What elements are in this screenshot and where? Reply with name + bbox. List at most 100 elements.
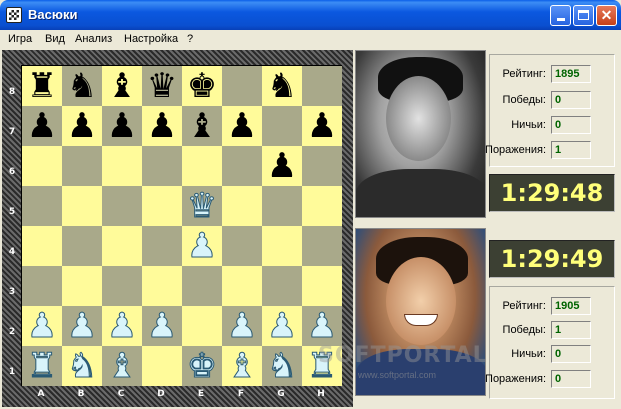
- square-g8[interactable]: ♞: [262, 66, 302, 106]
- square-c7[interactable]: ♟: [102, 106, 142, 146]
- menu-game[interactable]: Игра: [8, 33, 32, 45]
- menu-analysis[interactable]: Анализ: [75, 33, 112, 45]
- white-rook-icon[interactable]: ♜: [26, 346, 58, 387]
- black-pawn-icon[interactable]: ♟: [267, 146, 297, 186]
- white-pawn-icon[interactable]: ♟: [106, 306, 138, 347]
- white-knight-icon[interactable]: ♞: [266, 346, 298, 387]
- black-queen-icon[interactable]: ♛: [147, 66, 177, 106]
- white-pawn-icon[interactable]: ♟: [186, 226, 218, 267]
- square-d4[interactable]: [142, 226, 182, 266]
- square-a3[interactable]: [22, 266, 62, 306]
- square-a4[interactable]: [22, 226, 62, 266]
- white-queen-icon[interactable]: ♛: [186, 186, 218, 227]
- square-g2[interactable]: ♟: [262, 306, 302, 347]
- square-c6[interactable]: [102, 146, 142, 186]
- square-d7[interactable]: ♟: [142, 106, 182, 146]
- white-bishop-icon[interactable]: ♝: [226, 346, 258, 387]
- black-pawn-icon[interactable]: ♟: [27, 106, 57, 146]
- black-bishop-icon[interactable]: ♝: [107, 66, 137, 106]
- square-c5[interactable]: [102, 186, 142, 226]
- square-f5[interactable]: [222, 186, 262, 226]
- square-f6[interactable]: [222, 146, 262, 186]
- square-g6[interactable]: ♟: [262, 146, 302, 186]
- square-f4[interactable]: [222, 226, 262, 266]
- square-b4[interactable]: [62, 226, 102, 266]
- square-a6[interactable]: [22, 146, 62, 186]
- close-button[interactable]: ✕: [596, 5, 617, 26]
- black-pawn-icon[interactable]: ♟: [227, 106, 257, 146]
- square-f1[interactable]: ♝: [222, 346, 262, 387]
- square-a1[interactable]: ♜: [22, 346, 62, 387]
- square-e2[interactable]: [182, 306, 222, 346]
- square-h6[interactable]: [302, 146, 342, 186]
- square-h7[interactable]: ♟: [302, 106, 342, 146]
- square-b5[interactable]: [62, 186, 102, 226]
- white-bishop-icon[interactable]: ♝: [106, 346, 138, 387]
- square-g7[interactable]: [262, 106, 302, 146]
- square-b3[interactable]: [62, 266, 102, 306]
- square-c8[interactable]: ♝: [102, 66, 142, 106]
- square-h2[interactable]: ♟: [302, 306, 342, 347]
- square-a5[interactable]: [22, 186, 62, 226]
- square-c4[interactable]: [102, 226, 142, 266]
- square-h4[interactable]: [302, 226, 342, 266]
- square-b7[interactable]: ♟: [62, 106, 102, 146]
- square-f3[interactable]: [222, 266, 262, 306]
- square-e8[interactable]: ♚: [182, 66, 222, 106]
- square-e6[interactable]: [182, 146, 222, 186]
- white-king-icon[interactable]: ♚: [186, 346, 218, 387]
- black-king-icon[interactable]: ♚: [187, 66, 217, 106]
- white-pawn-icon[interactable]: ♟: [306, 306, 338, 347]
- square-g5[interactable]: [262, 186, 302, 226]
- square-f7[interactable]: ♟: [222, 106, 262, 146]
- black-pawn-icon[interactable]: ♟: [67, 106, 97, 146]
- square-d5[interactable]: [142, 186, 182, 226]
- square-c1[interactable]: ♝: [102, 346, 142, 387]
- square-a2[interactable]: ♟: [22, 306, 62, 347]
- square-h8[interactable]: [302, 66, 342, 106]
- square-d6[interactable]: [142, 146, 182, 186]
- square-h5[interactable]: [302, 186, 342, 226]
- menu-settings[interactable]: Настройка: [124, 33, 178, 45]
- square-b1[interactable]: ♞: [62, 346, 102, 387]
- square-e1[interactable]: ♚: [182, 346, 222, 387]
- white-pawn-icon[interactable]: ♟: [146, 306, 178, 347]
- square-c2[interactable]: ♟: [102, 306, 142, 347]
- menu-view[interactable]: Вид: [45, 33, 65, 45]
- square-g3[interactable]: [262, 266, 302, 306]
- maximize-button[interactable]: [573, 5, 594, 26]
- square-g1[interactable]: ♞: [262, 346, 302, 387]
- square-b2[interactable]: ♟: [62, 306, 102, 347]
- square-b6[interactable]: [62, 146, 102, 186]
- title-bar[interactable]: Васюки ✕: [0, 0, 621, 30]
- square-e3[interactable]: [182, 266, 222, 306]
- black-pawn-icon[interactable]: ♟: [107, 106, 137, 146]
- square-c3[interactable]: [102, 266, 142, 306]
- square-f2[interactable]: ♟: [222, 306, 262, 347]
- black-bishop-icon[interactable]: ♝: [187, 106, 217, 146]
- square-e7[interactable]: ♝: [182, 106, 222, 146]
- square-d2[interactable]: ♟: [142, 306, 182, 347]
- black-knight-icon[interactable]: ♞: [267, 66, 297, 106]
- square-e4[interactable]: ♟: [182, 226, 222, 267]
- black-pawn-icon[interactable]: ♟: [147, 106, 177, 146]
- minimize-button[interactable]: [550, 5, 571, 26]
- black-knight-icon[interactable]: ♞: [67, 66, 97, 106]
- chessboard[interactable]: ♜ ♞ ♝ ♛ ♚ ♞ ♟ ♟ ♟ ♟ ♝ ♟ ♟ ♟ ♛ ♟ ♟ ♟ ♟ ♟ ♟ ♟ ♟ ♜ ♞ ♝ ♚ ♝ ♞ ♜: [21, 65, 342, 387]
- square-a7[interactable]: ♟: [22, 106, 62, 146]
- white-pawn-icon[interactable]: ♟: [66, 306, 98, 347]
- black-rook-icon[interactable]: ♜: [27, 66, 57, 106]
- chessboard-icon[interactable]: [6, 7, 22, 23]
- square-f8[interactable]: [222, 66, 262, 106]
- square-d3[interactable]: [142, 266, 182, 306]
- square-d1[interactable]: [142, 346, 182, 386]
- white-pawn-icon[interactable]: ♟: [226, 306, 258, 347]
- square-b8[interactable]: ♞: [62, 66, 102, 106]
- square-a8[interactable]: ♜: [22, 66, 62, 106]
- square-e5[interactable]: ♛: [182, 186, 222, 227]
- square-g4[interactable]: [262, 226, 302, 266]
- white-pawn-icon[interactable]: ♟: [266, 306, 298, 347]
- square-h3[interactable]: [302, 266, 342, 306]
- menu-help[interactable]: ?: [187, 33, 193, 45]
- black-pawn-icon[interactable]: ♟: [307, 106, 337, 146]
